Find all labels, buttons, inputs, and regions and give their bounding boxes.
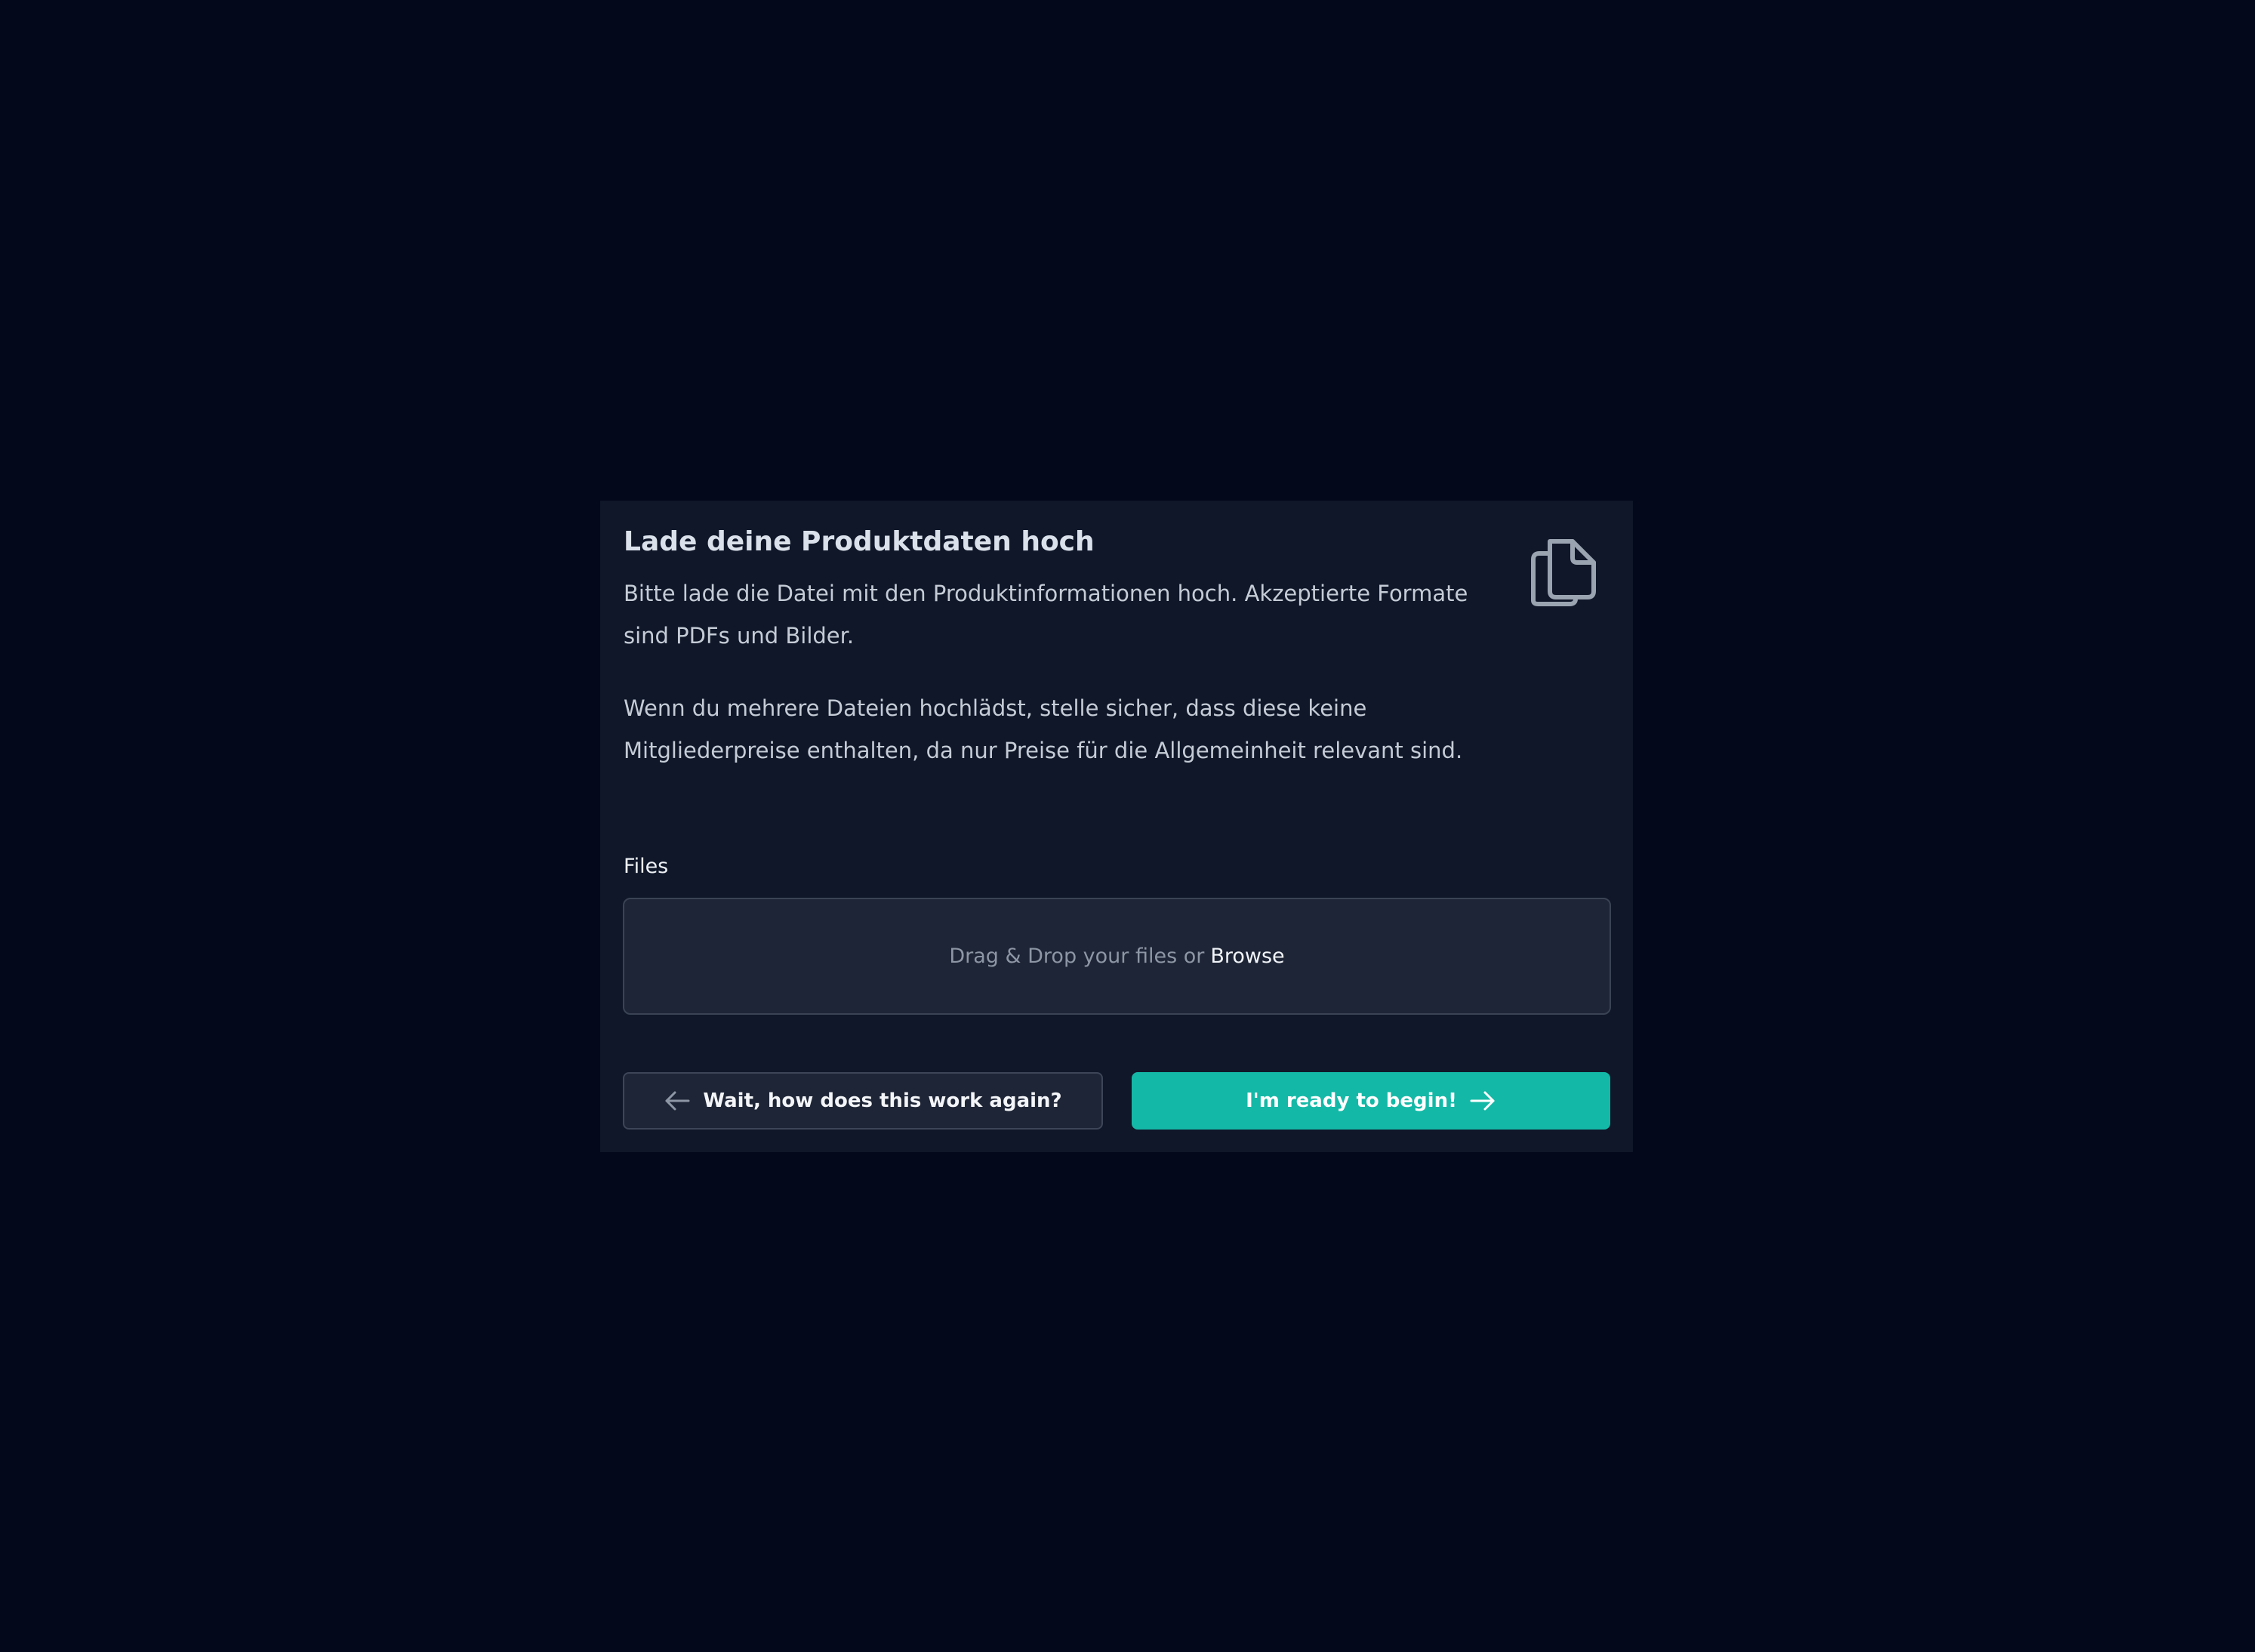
- arrow-right-icon: [1470, 1091, 1495, 1111]
- files-label: Files: [624, 855, 669, 878]
- arrow-left-icon: [665, 1091, 690, 1111]
- start-button[interactable]: I'm ready to begin!: [1132, 1072, 1610, 1130]
- browse-link[interactable]: Browse: [1210, 945, 1284, 968]
- dialog-title: Lade deine Produktdaten hoch: [624, 526, 1095, 557]
- page-backdrop: Lade deine Produktdaten hoch Bitte lade …: [0, 0, 2255, 1652]
- start-button-label: I'm ready to begin!: [1246, 1090, 1457, 1112]
- upload-dialog: Lade deine Produktdaten hoch Bitte lade …: [600, 501, 1633, 1152]
- dropzone-hint: Drag & Drop your files or: [949, 945, 1205, 968]
- dialog-description-formats: Bitte lade die Datei mit den Produktinfo…: [624, 581, 1468, 649]
- documents-icon: [1531, 539, 1596, 606]
- file-dropzone[interactable]: Drag & Drop your files or Browse: [623, 898, 1611, 1015]
- back-button-label: Wait, how does this work again?: [703, 1090, 1062, 1112]
- dialog-description-multiple-files: Wenn du mehrere Dateien hochlädst, stell…: [624, 695, 1463, 763]
- back-button[interactable]: Wait, how does this work again?: [623, 1072, 1103, 1130]
